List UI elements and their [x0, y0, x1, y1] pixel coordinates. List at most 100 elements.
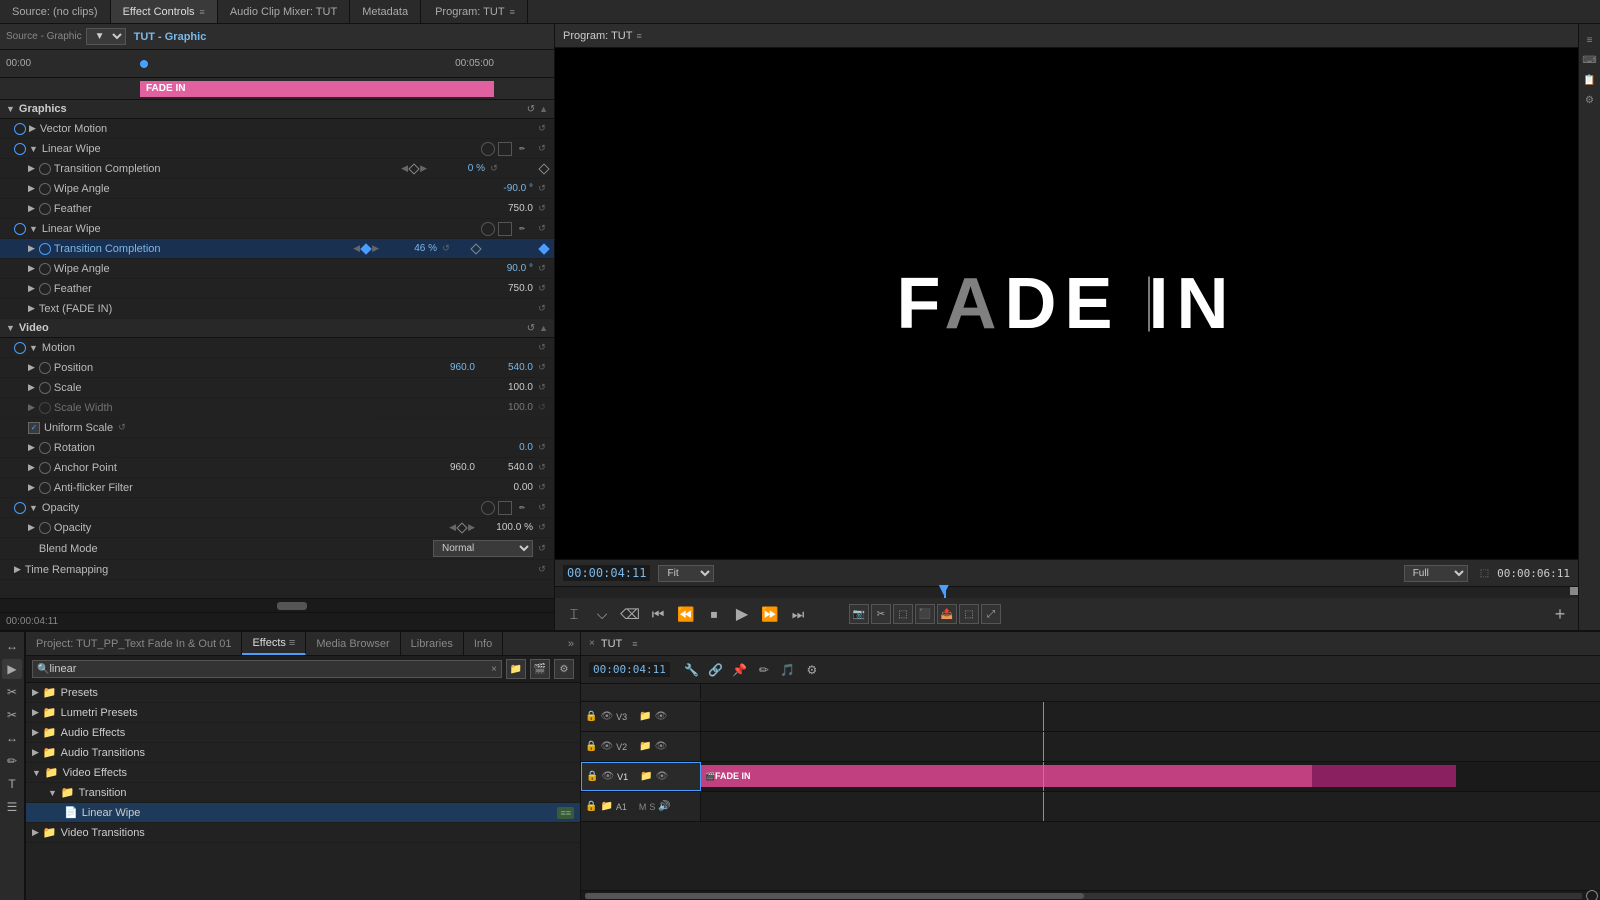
wipe-angle-1-row[interactable]: ▶ Wipe Angle -90.0 ° ↺: [0, 179, 554, 199]
ap-arrow[interactable]: ▶: [28, 462, 35, 473]
export-frame-btn[interactable]: 📤: [937, 604, 957, 624]
v1-main-clip[interactable]: 🎬 FADE IN: [701, 765, 1312, 787]
rs-btn-4[interactable]: ⚙: [1582, 92, 1598, 108]
f2-eye[interactable]: [39, 283, 51, 295]
play-btn[interactable]: ▶: [731, 603, 753, 625]
tool-pen[interactable]: ✏: [2, 751, 22, 771]
time-remapping-row[interactable]: ▶ Time Remapping ↺: [0, 560, 554, 580]
wa2-eye[interactable]: [39, 263, 51, 275]
ov-next[interactable]: ▶: [468, 522, 475, 533]
blend-mode-dropdown[interactable]: Normal Multiply Screen: [433, 540, 533, 557]
linear-wipe-2-reset[interactable]: ↺: [536, 223, 548, 235]
scale-arrow[interactable]: ▶: [28, 382, 35, 393]
tab-source[interactable]: Source: (no clips): [0, 0, 111, 23]
search-clear-btn[interactable]: ×: [491, 664, 497, 675]
search-input[interactable]: [49, 663, 491, 675]
tl-link-btn[interactable]: 🔗: [706, 660, 726, 680]
linear-wipe-1-row[interactable]: ▼ Linear Wipe ✏ ↺: [0, 139, 554, 159]
tl-audio-btn[interactable]: 🎵: [778, 660, 798, 680]
trim-btn[interactable]: ✂: [871, 604, 891, 624]
a1-folder-icon[interactable]: 📁: [600, 801, 612, 812]
v2-toggle-icon[interactable]: 👁: [655, 741, 668, 752]
shape-square-2[interactable]: [498, 222, 512, 236]
video-section-header[interactable]: ▼ Video ↺ ▲: [0, 319, 554, 338]
fit-dropdown[interactable]: Fit 25% 50% 100%: [658, 565, 714, 582]
ap-eye[interactable]: [39, 462, 51, 474]
track-v2-content[interactable]: [701, 732, 1600, 761]
v1-toggle-icon[interactable]: 👁: [656, 771, 669, 782]
video-section-up[interactable]: ▲: [539, 323, 548, 333]
tc1-value[interactable]: 0 %: [435, 163, 485, 174]
v3-toggle-icon[interactable]: 👁: [655, 711, 668, 722]
af-reset[interactable]: ↺: [536, 482, 548, 494]
text-fade-in-row[interactable]: ▶ Text (FADE IN) ↺: [0, 299, 554, 319]
tl-scroll-thumb[interactable]: [585, 893, 1084, 899]
scale-width-row[interactable]: ▶ Scale Width 100.0 ↺: [0, 398, 554, 418]
tab-media-browser[interactable]: Media Browser: [306, 632, 400, 655]
rot-eye[interactable]: [39, 442, 51, 454]
linear-wipe-1-eye[interactable]: [14, 143, 26, 155]
program-monitor-menu-icon[interactable]: ≡: [510, 7, 515, 17]
effects-tab-close[interactable]: ≡: [289, 637, 295, 649]
track-v1-content[interactable]: 🎬 FADE IN: [701, 762, 1600, 791]
anti-flicker-row[interactable]: ▶ Anti-flicker Filter 0.00 ↺: [0, 478, 554, 498]
v2-eye-icon[interactable]: 👁: [600, 741, 613, 752]
tab-audio-clip-mixer[interactable]: Audio Clip Mixer: TUT: [218, 0, 350, 23]
v1-lock-icon[interactable]: 🔒: [586, 771, 598, 782]
tab-effects[interactable]: Effects ≡: [242, 632, 306, 655]
v2-lock-icon[interactable]: 🔒: [585, 741, 597, 752]
tree-audio-transitions[interactable]: ▶ 📁 Audio Transitions: [26, 743, 580, 763]
wipe-angle-2-row[interactable]: ▶ Wipe Angle 90.0 ° ↺: [0, 259, 554, 279]
motion-arrow[interactable]: ▼: [29, 343, 38, 353]
transition-completion-2-row[interactable]: ▶ Transition Completion ◀ ▶ 46 % ↺: [0, 239, 554, 259]
wa2-reset[interactable]: ↺: [536, 263, 548, 275]
tl-add-marker-btn[interactable]: 📌: [730, 660, 750, 680]
f1-reset[interactable]: ↺: [536, 203, 548, 215]
tree-presets[interactable]: ▶ 📁 Presets: [26, 683, 580, 703]
tab-program-monitor[interactable]: Program: TUT ≡: [423, 0, 528, 23]
shape-circle-2[interactable]: [481, 222, 495, 236]
tab-libraries[interactable]: Libraries: [401, 632, 464, 655]
tl-scroll-track[interactable]: [585, 893, 1582, 899]
tc2-keyframe-diamond[interactable]: [360, 243, 371, 254]
opacity-reset[interactable]: ↺: [536, 502, 548, 514]
ap-reset[interactable]: ↺: [536, 462, 548, 474]
linear-wipe-2-row[interactable]: ▼ Linear Wipe ✏ ↺: [0, 219, 554, 239]
rs-btn-2[interactable]: ⌨: [1582, 52, 1598, 68]
tc2-reset[interactable]: ↺: [440, 243, 452, 255]
linear-wipe-2-arrow[interactable]: ▼: [29, 224, 38, 234]
effect-controls-menu-icon[interactable]: ≡: [200, 7, 205, 17]
source-dropdown[interactable]: ▼: [86, 28, 126, 45]
tc2-eye[interactable]: [39, 243, 51, 255]
graphics-section-up[interactable]: ▲: [539, 104, 548, 114]
af-value[interactable]: 0.00: [483, 482, 533, 493]
wa2-arrow[interactable]: ▶: [28, 263, 35, 274]
shape-pen-2[interactable]: ✏: [515, 222, 529, 236]
ap-value1[interactable]: 960.0: [425, 462, 475, 473]
rot-reset[interactable]: ↺: [536, 442, 548, 454]
linear-wipe-1-reset[interactable]: ↺: [536, 143, 548, 155]
rs-btn-1[interactable]: ≡: [1582, 32, 1598, 48]
v1-eye-icon[interactable]: 👁: [601, 771, 614, 782]
opacity-section-row[interactable]: ▼ Opacity ✏ ↺: [0, 498, 554, 518]
timeline-menu-btn[interactable]: ≡: [632, 639, 637, 649]
a1-lock-icon[interactable]: 🔒: [585, 801, 597, 812]
timeline-scrollbar[interactable]: [581, 890, 1600, 900]
pos-value2[interactable]: 540.0: [483, 362, 533, 373]
text-fade-arrow[interactable]: ▶: [28, 303, 35, 314]
go-in-btn[interactable]: ⌫: [619, 603, 641, 625]
tree-linear-wipe[interactable]: 📄 Linear Wipe ≡≡: [26, 803, 580, 823]
uniform-scale-row[interactable]: ✓ Uniform Scale ↺: [0, 418, 554, 438]
tree-video-transitions[interactable]: ▶ 📁 Video Transitions: [26, 823, 580, 843]
tree-audio-effects[interactable]: ▶ 📁 Audio Effects: [26, 723, 580, 743]
tr-reset[interactable]: ↺: [536, 564, 548, 576]
tc1-eye[interactable]: [39, 163, 51, 175]
camera-btn[interactable]: 📷: [849, 604, 869, 624]
v1-ext-clip[interactable]: [1312, 765, 1456, 787]
tl-end-circle[interactable]: [1586, 890, 1598, 900]
timeline-close-btn[interactable]: ×: [589, 638, 595, 649]
tab-info[interactable]: Info: [464, 632, 503, 655]
tc2-keyframe-right[interactable]: [538, 243, 549, 254]
wa1-eye[interactable]: [39, 183, 51, 195]
v3-eye-icon[interactable]: 👁: [600, 711, 613, 722]
